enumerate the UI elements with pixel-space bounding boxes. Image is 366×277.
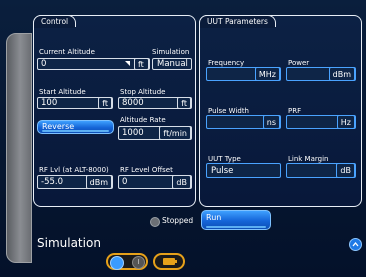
battery-toggle[interactable]: [153, 253, 185, 270]
run-button[interactable]: Run: [201, 210, 271, 230]
link-margin-label: Link Margin: [288, 155, 329, 163]
stop-altitude-label: Stop Altitude: [120, 88, 166, 96]
stop-altitude-value: 8000: [122, 98, 144, 108]
uut-type-select[interactable]: Pulse: [206, 163, 281, 178]
altitude-rate-label: Altitude Rate: [120, 116, 166, 124]
current-altitude-field[interactable]: 0 ft: [37, 58, 150, 70]
control-panel: Control Current Altitude Simulation 0 ft…: [33, 15, 196, 207]
current-altitude-label: Current Altitude: [39, 48, 95, 56]
pulse-width-unit: ns: [262, 115, 280, 129]
simulation-value: Manual: [157, 59, 188, 69]
reverse-button[interactable]: Reverse: [37, 120, 114, 134]
pulse-width-field[interactable]: ns: [206, 115, 281, 129]
link-margin-unit: dB: [336, 163, 355, 178]
stop-altitude-field[interactable]: 8000 ft: [118, 97, 192, 109]
uut-type-value: Pulse: [211, 166, 234, 176]
rf-level-unit: dBm: [85, 175, 112, 189]
battery-tip-icon: [175, 260, 177, 263]
frequency-unit: MHz: [254, 67, 280, 81]
prf-unit: Hz: [336, 115, 355, 129]
prf-field[interactable]: Hz: [286, 115, 356, 129]
frequency-label: Frequency: [208, 59, 245, 67]
status-indicator-icon: [150, 217, 160, 227]
altitude-rate-field[interactable]: 1000 ft/min: [118, 126, 192, 140]
rf-offset-label: RF Level Offset: [120, 166, 173, 174]
side-drawer-handle[interactable]: [6, 33, 32, 263]
start-altitude-label: Start Altitude: [39, 88, 86, 96]
altitude-rate-value: 1000: [122, 128, 144, 138]
start-altitude-field[interactable]: 100 ft: [37, 97, 113, 109]
simulation-label: Simulation: [152, 48, 190, 56]
rf-offset-unit: dB: [172, 175, 191, 189]
power-label: Power: [288, 59, 310, 67]
collapse-up-icon[interactable]: [349, 238, 362, 251]
power-on-icon: [110, 256, 124, 270]
uut-type-label: UUT Type: [208, 155, 241, 163]
start-altitude-unit: ft: [98, 97, 112, 109]
rf-level-field[interactable]: -55.0 dBm: [37, 175, 113, 189]
altitude-rate-unit: ft/min: [159, 126, 191, 140]
power-field[interactable]: dBm: [286, 67, 356, 81]
uut-panel-title: UUT Parameters: [199, 15, 276, 28]
power-off-icon: I: [132, 256, 145, 269]
cursor-marker-icon: [125, 61, 130, 66]
control-panel-title: Control: [33, 15, 77, 28]
current-altitude-unit: ft: [134, 58, 149, 70]
rf-offset-value: 0: [122, 177, 128, 187]
simulation-select[interactable]: Manual: [152, 58, 192, 70]
stop-altitude-unit: ft: [177, 97, 191, 109]
chevron-up-icon: [352, 241, 359, 247]
battery-icon: [163, 258, 175, 265]
start-altitude-value: 100: [41, 98, 58, 108]
frequency-field[interactable]: MHz: [206, 67, 281, 81]
footer-title: Simulation: [37, 236, 101, 250]
screen: Control Current Altitude Simulation 0 ft…: [0, 0, 366, 277]
power-unit: dBm: [328, 67, 355, 81]
rf-level-value: -55.0: [41, 177, 63, 187]
pulse-width-label: Pulse Width: [208, 107, 249, 115]
current-altitude-value: 0: [41, 59, 47, 69]
link-margin-field[interactable]: dB: [286, 163, 356, 178]
prf-label: PRF: [288, 107, 302, 115]
rf-level-label: RF Lvl (at ALT-8000): [39, 166, 109, 174]
uut-parameters-panel: UUT Parameters Frequency Power MHz dBm P…: [199, 15, 362, 207]
reverse-button-label: Reverse: [42, 122, 75, 131]
power-toggle[interactable]: I: [106, 253, 148, 270]
run-button-label: Run: [206, 213, 222, 222]
rf-offset-field[interactable]: 0 dB: [118, 175, 192, 189]
status-label: Stopped: [162, 216, 194, 225]
